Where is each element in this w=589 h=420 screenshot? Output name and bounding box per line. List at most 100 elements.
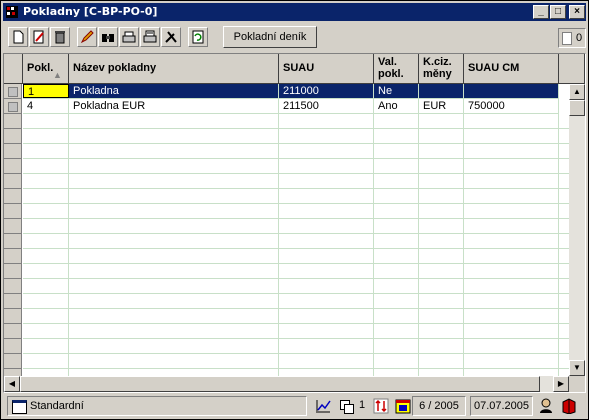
grid-line [23, 188, 569, 189]
grid-line [23, 293, 569, 294]
user-icon[interactable] [538, 398, 554, 414]
header-corner [4, 54, 23, 84]
cell-val-pokl[interactable]: Ne [374, 84, 419, 98]
column-header-k-ciz-meny[interactable]: K.ciz. měny [419, 54, 464, 84]
row-indicator[interactable] [4, 174, 22, 189]
grid-line [23, 248, 569, 249]
delete-icon[interactable] [50, 27, 70, 47]
page-number: 1 [359, 399, 366, 411]
row-indicator[interactable] [4, 354, 22, 369]
row-document-icon [8, 102, 18, 112]
calendar-icon[interactable] [395, 398, 411, 414]
cell-nazev[interactable]: Pokladna EUR [69, 99, 279, 113]
data-grid[interactable]: Pokl. ▲ Název pokladny SUAU Val. pokl. K… [3, 53, 586, 393]
vertical-scroll-thumb[interactable] [569, 100, 585, 116]
period-panel[interactable]: 6 / 2005 [412, 396, 466, 416]
column-header-suau[interactable]: SUAU [279, 54, 374, 84]
close-button[interactable]: × [569, 5, 585, 19]
edit-icon[interactable] [29, 27, 49, 47]
record-count: 0 [576, 32, 583, 44]
chart-icon[interactable] [315, 398, 331, 414]
row-indicator[interactable] [4, 204, 22, 219]
row-indicator[interactable] [4, 189, 22, 204]
row-indicator[interactable] [4, 159, 22, 174]
find-icon[interactable] [98, 27, 118, 47]
row-indicator[interactable] [4, 99, 22, 114]
column-header-nazev[interactable]: Název pokladny [69, 54, 279, 84]
grid-line [23, 368, 569, 369]
column-header-suau-cm[interactable]: SUAU CM [464, 54, 559, 84]
horizontal-scroll-thumb[interactable] [20, 376, 540, 392]
cell-pokl[interactable]: 4 [23, 99, 69, 113]
cell-suau[interactable]: 211500 [279, 99, 374, 113]
row-indicator[interactable] [4, 144, 22, 159]
row-indicator[interactable] [4, 324, 22, 339]
app-icon [6, 6, 18, 18]
layout-name: Standardní [30, 400, 84, 412]
cell-k-ciz-meny[interactable] [419, 84, 464, 98]
cell-suau-cm[interactable] [464, 84, 559, 98]
row-indicator[interactable] [4, 219, 22, 234]
refresh-icon[interactable] [188, 27, 208, 47]
cell-val-pokl[interactable]: Ano [374, 99, 419, 113]
row-indicator[interactable] [4, 309, 22, 324]
transfer-icon[interactable] [373, 398, 389, 414]
journal-button[interactable]: Pokladní deník [223, 26, 317, 48]
column-grid-line [418, 114, 419, 376]
table-row[interactable]: 1 Pokladna 211000 Ne [23, 84, 559, 99]
toolbar: Pokladní deník 0 [4, 26, 586, 50]
column-grid-line [558, 114, 559, 376]
grid-line [23, 308, 569, 309]
scroll-left-button[interactable]: ◀ [4, 376, 20, 392]
layout-panel[interactable]: Standardní [7, 396, 307, 416]
grid-line [23, 218, 569, 219]
row-indicator[interactable] [4, 294, 22, 309]
column-grid-line [373, 114, 374, 376]
new-document-icon[interactable] [8, 27, 28, 47]
grid-line [23, 128, 569, 129]
title-bar[interactable]: Pokladny [C-BP-PO-0] _ □ × [3, 3, 586, 21]
cell-suau-cm[interactable]: 750000 [464, 99, 559, 113]
cell-nazev[interactable]: Pokladna [69, 84, 279, 98]
window-count[interactable]: 1 [340, 398, 370, 414]
print-setup-icon[interactable] [140, 27, 160, 47]
row-indicator[interactable] [4, 264, 22, 279]
cell-suau[interactable]: 211000 [279, 84, 374, 98]
column-grid-line [278, 114, 279, 376]
row-indicator[interactable] [4, 84, 22, 99]
grid-line [23, 173, 569, 174]
window-layout-icon [12, 400, 27, 414]
print-icon[interactable] [119, 27, 139, 47]
table-row[interactable]: 4 Pokladna EUR 211500 Ano EUR 750000 [23, 99, 559, 114]
date-panel[interactable]: 07.07.2005 [470, 396, 533, 416]
row-document-icon [8, 87, 18, 97]
tools-icon[interactable] [161, 27, 181, 47]
horizontal-scrollbar[interactable]: ◀ ▶ [4, 376, 569, 392]
vertical-scrollbar[interactable]: ▲ ▼ [569, 84, 585, 376]
minimize-button[interactable]: _ [533, 5, 549, 19]
row-indicator[interactable] [4, 339, 22, 354]
row-indicator[interactable] [4, 129, 22, 144]
column-header-val-pokl[interactable]: Val. pokl. [374, 54, 419, 84]
column-header-pokl[interactable]: Pokl. ▲ [23, 54, 69, 84]
pencil-icon[interactable] [77, 27, 97, 47]
window-title: Pokladny [C-BP-PO-0] [23, 5, 158, 18]
scroll-down-button[interactable]: ▼ [569, 360, 585, 376]
maximize-button[interactable]: □ [550, 5, 566, 19]
grid-line [23, 323, 569, 324]
column-header-filler [559, 54, 585, 84]
document-icon [562, 32, 572, 45]
row-indicator[interactable] [4, 249, 22, 264]
row-indicator[interactable] [4, 279, 22, 294]
cell-k-ciz-meny[interactable]: EUR [419, 99, 464, 113]
grid-line [23, 158, 569, 159]
row-indicator[interactable] [4, 114, 22, 129]
status-bar: Standardní 1 6 / 2005 07.07.2005 [3, 395, 586, 417]
scroll-right-button[interactable]: ▶ [553, 376, 569, 392]
help-book-icon[interactable] [561, 398, 577, 415]
scroll-corner [569, 376, 585, 392]
row-indicator[interactable] [4, 234, 22, 249]
scroll-up-button[interactable]: ▲ [569, 84, 585, 100]
grid-line [23, 203, 569, 204]
cell-pokl[interactable]: 1 [23, 84, 69, 98]
